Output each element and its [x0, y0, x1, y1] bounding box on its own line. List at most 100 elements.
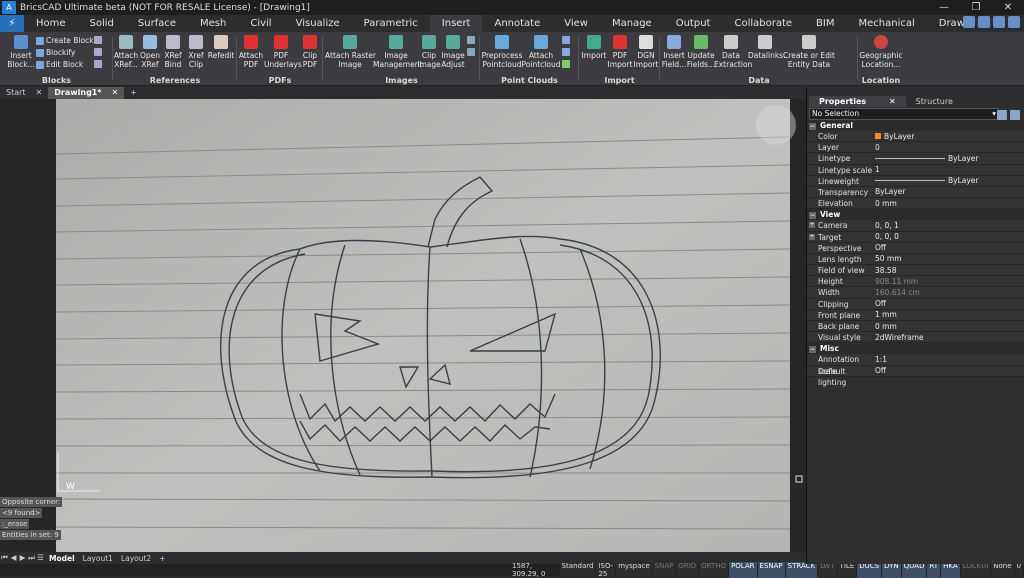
- property-row[interactable]: Height 908.11 mm: [807, 276, 1024, 288]
- property-value[interactable]: 0, 0, 0: [875, 232, 1024, 242]
- drawing-canvas[interactable]: W Opposite corner: <9 found> :_erase Ent…: [0, 99, 806, 552]
- add-layout-button[interactable]: +: [155, 554, 169, 563]
- property-row[interactable]: Back plane 0 mm: [807, 321, 1024, 333]
- image-management-button[interactable]: Image Management: [373, 35, 422, 69]
- tab-bim[interactable]: BIM: [804, 15, 846, 32]
- insert-block-button[interactable]: Insert Block...: [6, 35, 36, 69]
- close-icon[interactable]: ✕: [112, 87, 119, 99]
- tab-structure[interactable]: Structure: [906, 96, 963, 107]
- blockify-button[interactable]: Blockify: [36, 48, 75, 57]
- expand-icon[interactable]: +: [809, 222, 815, 229]
- edit-block-button[interactable]: Edit Block: [36, 60, 83, 69]
- tab-collaborate[interactable]: Collaborate: [722, 15, 804, 32]
- maximize-button[interactable]: ❐: [960, 0, 992, 15]
- property-value[interactable]: 908.11 mm: [875, 276, 1024, 286]
- property-row[interactable]: Visual style 2dWireframe: [807, 332, 1024, 344]
- toggle-pickadd-icon[interactable]: [1010, 110, 1020, 120]
- attach-pointcloud-button[interactable]: Attach Pointcloud: [521, 35, 561, 69]
- property-row[interactable]: Perspective Off: [807, 242, 1024, 254]
- property-row[interactable]: Annotation scale 1:1: [807, 354, 1024, 376]
- preprocess-pointcloud-button[interactable]: Preprocess Pointcloud: [481, 35, 523, 69]
- grip-square[interactable]: [795, 475, 803, 483]
- xref-clip-button[interactable]: Xref Clip: [184, 35, 208, 69]
- clip-image-button[interactable]: Clip Image: [417, 35, 441, 69]
- pdf-underlays-button[interactable]: PDF Underlays: [264, 35, 302, 69]
- block-tool-1-button[interactable]: [94, 36, 102, 44]
- collapse-icon[interactable]: −: [809, 346, 816, 354]
- tab-surface[interactable]: Surface: [126, 15, 188, 32]
- data-extraction-button[interactable]: Data Extraction: [714, 35, 752, 69]
- close-button[interactable]: ✕: [992, 0, 1024, 15]
- property-value[interactable]: 50 mm: [875, 254, 1024, 264]
- tab-manage[interactable]: Manage: [600, 15, 664, 32]
- first-layout-button[interactable]: ⏮: [0, 553, 9, 563]
- property-value[interactable]: 0 mm: [875, 198, 1024, 208]
- property-row[interactable]: Default lighting Off: [807, 365, 1024, 387]
- navigation-wheel[interactable]: [756, 105, 796, 145]
- property-row[interactable]: + Camera 0, 0, 1: [807, 220, 1024, 232]
- property-row[interactable]: Lineweight ByLayer: [807, 175, 1024, 187]
- collapse-icon[interactable]: −: [809, 123, 816, 130]
- tab-view[interactable]: View: [552, 15, 600, 32]
- image-tool-button[interactable]: [467, 36, 475, 44]
- attach-xref-button[interactable]: Attach XRef...: [113, 35, 139, 69]
- property-value[interactable]: Off: [875, 366, 1024, 376]
- clip-pdf-button[interactable]: Clip PDF: [298, 35, 322, 69]
- tab-mesh[interactable]: Mesh: [188, 15, 238, 32]
- layout-tab-model[interactable]: Model: [45, 554, 79, 563]
- pdf-import-button[interactable]: PDF Import: [607, 35, 633, 69]
- property-value[interactable]: ByLayer: [875, 187, 1024, 197]
- minimize-button[interactable]: —: [928, 0, 960, 15]
- property-value[interactable]: ByLayer: [875, 153, 1024, 163]
- section-misc[interactable]: − Misc: [807, 344, 1024, 355]
- property-value[interactable]: 0, 0, 1: [875, 220, 1024, 230]
- search-icon[interactable]: [1008, 16, 1020, 28]
- property-value[interactable]: 1 mm: [875, 310, 1024, 320]
- doc-tab-drawing1[interactable]: Drawing1* ✕: [48, 87, 125, 99]
- property-row[interactable]: Linetype scale 1: [807, 164, 1024, 176]
- property-value[interactable]: Off: [875, 299, 1024, 309]
- property-row[interactable]: Clipping Off: [807, 298, 1024, 310]
- property-row[interactable]: + Target 0, 0, 0: [807, 231, 1024, 243]
- property-row[interactable]: Linetype ByLayer: [807, 153, 1024, 165]
- application-menu-button[interactable]: ⚡: [0, 15, 24, 32]
- property-row[interactable]: Elevation 0 mm: [807, 198, 1024, 210]
- tab-properties[interactable]: Properties ✕: [809, 96, 906, 107]
- close-icon[interactable]: ✕: [889, 97, 896, 106]
- layout-tab-layout2[interactable]: Layout2: [117, 554, 155, 563]
- property-value[interactable]: 1:1: [875, 354, 1024, 364]
- collapse-icon[interactable]: −: [809, 212, 816, 220]
- pointcloud-tool-button[interactable]: [562, 36, 570, 44]
- tab-home[interactable]: Home: [24, 15, 78, 32]
- property-row[interactable]: Width 160.614 cm: [807, 287, 1024, 299]
- property-row[interactable]: Lens length 50 mm: [807, 253, 1024, 266]
- refedit-button[interactable]: Refedit: [207, 35, 235, 60]
- tab-annotate[interactable]: Annotate: [482, 15, 552, 32]
- property-value[interactable]: 0 mm: [875, 321, 1024, 331]
- property-value[interactable]: ByLayer: [875, 131, 1024, 141]
- property-row[interactable]: Layer 0: [807, 142, 1024, 154]
- layout-tab-layout1[interactable]: Layout1: [79, 554, 117, 563]
- property-value[interactable]: 0: [875, 142, 1024, 152]
- tab-civil[interactable]: Civil: [238, 15, 283, 32]
- tab-insert[interactable]: Insert: [429, 15, 483, 32]
- settings-icon[interactable]: [978, 16, 990, 28]
- close-icon[interactable]: ✕: [36, 87, 43, 99]
- open-xref-button[interactable]: Open XRef: [138, 35, 162, 69]
- expand-icon[interactable]: +: [809, 233, 815, 240]
- layout-list-button[interactable]: ☰: [36, 553, 45, 562]
- new-doc-tab-button[interactable]: +: [124, 87, 143, 99]
- doc-tab-start[interactable]: Start ✕: [0, 87, 48, 99]
- tab-solid[interactable]: Solid: [78, 15, 126, 32]
- prev-layout-button[interactable]: ◀: [9, 553, 18, 562]
- property-row[interactable]: Field of view 38.58: [807, 265, 1024, 277]
- pointcloud-tool-button[interactable]: [562, 48, 570, 56]
- image-adjust-button[interactable]: Image Adjust: [440, 35, 466, 69]
- datalinks-button[interactable]: Datalinks...: [748, 35, 790, 60]
- select-objects-icon[interactable]: [997, 110, 1007, 120]
- attach-raster-image-button[interactable]: Attach Raster Image: [325, 35, 376, 69]
- tab-parametric[interactable]: Parametric: [352, 15, 430, 32]
- tab-output[interactable]: Output: [664, 15, 723, 32]
- property-value[interactable]: 38.58: [875, 265, 1024, 275]
- property-value[interactable]: 1: [875, 165, 1024, 175]
